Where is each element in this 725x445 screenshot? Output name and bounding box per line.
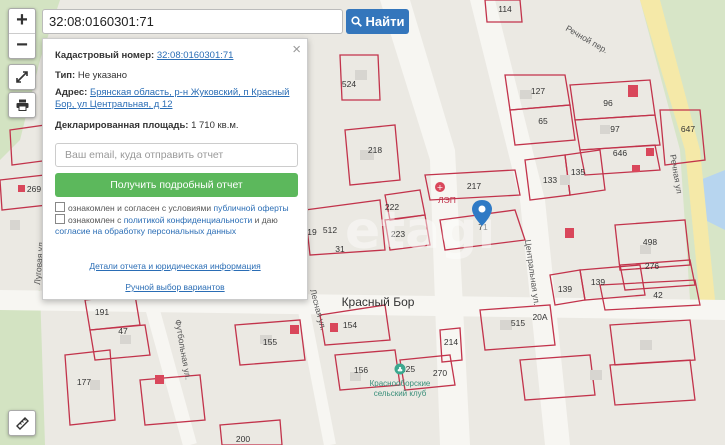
svg-text:96: 96 bbox=[603, 98, 613, 108]
svg-text:65: 65 bbox=[538, 116, 548, 126]
type-value: Не указано bbox=[77, 70, 128, 81]
svg-text:19: 19 bbox=[307, 227, 317, 237]
close-icon[interactable]: × bbox=[292, 42, 301, 57]
ruler-button[interactable] bbox=[8, 410, 36, 436]
printer-icon bbox=[16, 99, 28, 111]
area-label: Декларированная площадь: bbox=[55, 120, 189, 131]
svg-text:276: 276 bbox=[645, 261, 659, 271]
report-details-link[interactable]: Детали отчета и юридическая информация bbox=[89, 261, 260, 271]
get-report-button[interactable]: Получить подробный отчет bbox=[55, 173, 298, 197]
address-link[interactable]: Брянская область, р-н Жуковский, п Красн… bbox=[90, 87, 290, 98]
zoom-out-button[interactable]: − bbox=[9, 33, 35, 58]
svg-text:155: 155 bbox=[263, 337, 277, 347]
svg-text:269: 269 bbox=[27, 184, 41, 194]
ruler-icon bbox=[15, 416, 29, 430]
privacy-checkbox[interactable] bbox=[55, 214, 65, 224]
privacy-consent-text: ознакомлен с bbox=[68, 215, 124, 225]
svg-text:42: 42 bbox=[653, 290, 663, 300]
offer-consent-text: ознакомлен и согласен с условиями bbox=[68, 203, 214, 213]
svg-text:191: 191 bbox=[95, 307, 109, 317]
svg-text:133: 133 bbox=[543, 175, 557, 185]
expand-icon bbox=[16, 71, 28, 83]
svg-text:512: 512 bbox=[323, 225, 337, 235]
offer-consent[interactable]: ознакомлен и согласен с условиями публич… bbox=[55, 202, 299, 214]
svg-text:214: 214 bbox=[444, 337, 458, 347]
place-name-label: Красный Бор bbox=[342, 295, 415, 309]
svg-text:97: 97 bbox=[610, 124, 620, 134]
svg-text:270: 270 bbox=[433, 368, 447, 378]
cadastral-search-field[interactable] bbox=[42, 9, 343, 34]
offer-link[interactable]: публичной оферты bbox=[214, 203, 289, 213]
cadastral-number-link[interactable]: 32:08:0160301:71 bbox=[157, 50, 234, 61]
svg-text:♣: ♣ bbox=[397, 366, 403, 374]
search-icon bbox=[350, 16, 362, 27]
svg-text:47: 47 bbox=[118, 326, 128, 336]
zoom-control: + − bbox=[8, 8, 36, 59]
privacy-consent[interactable]: ознакомлен с политикой конфиденциальност… bbox=[55, 214, 299, 237]
zoom-in-button[interactable]: + bbox=[9, 9, 35, 33]
address-label: Адрес: bbox=[55, 87, 88, 98]
svg-text:20А: 20А bbox=[532, 312, 547, 322]
svg-text:156: 156 bbox=[354, 365, 368, 375]
parcel-info-panel: × Кадастровый номер: 32:08:0160301:71 Ти… bbox=[42, 38, 308, 300]
type-label: Тип: bbox=[55, 70, 76, 81]
area-row: Декларированная площадь: 1 710 кв.м. bbox=[55, 120, 293, 132]
offer-checkbox[interactable] bbox=[55, 202, 65, 212]
svg-text:217: 217 bbox=[467, 181, 481, 191]
svg-text:+: + bbox=[437, 183, 444, 192]
svg-text:647: 647 bbox=[681, 124, 695, 134]
svg-text:139: 139 bbox=[591, 277, 605, 287]
address-row: Адрес: Брянская область, р-н Жуковский, … bbox=[55, 87, 293, 111]
address-link-line2[interactable]: Бор, ул Центральная, д 12 bbox=[55, 99, 172, 110]
svg-text:218: 218 bbox=[368, 145, 382, 155]
club-label-1: Краснооборские bbox=[370, 379, 431, 388]
email-input[interactable] bbox=[56, 144, 297, 166]
find-button[interactable]: Найти bbox=[346, 9, 409, 34]
fullscreen-button[interactable] bbox=[8, 64, 36, 90]
find-button-label: Найти bbox=[365, 14, 405, 29]
cadastral-search-input[interactable] bbox=[43, 10, 342, 33]
svg-text:139: 139 bbox=[558, 284, 572, 294]
privacy-link[interactable]: политикой конфиденциальности bbox=[124, 215, 253, 225]
svg-text:646: 646 bbox=[613, 148, 627, 158]
privacy-consent-mid: и даю bbox=[252, 215, 278, 225]
svg-text:177: 177 bbox=[77, 377, 91, 387]
email-field[interactable] bbox=[55, 143, 298, 167]
svg-text:524: 524 bbox=[342, 79, 356, 89]
svg-text:114: 114 bbox=[498, 4, 512, 14]
svg-text:127: 127 bbox=[531, 86, 545, 96]
svg-text:31: 31 bbox=[335, 244, 345, 254]
data-processing-link[interactable]: согласие на обработку персональных данны… bbox=[55, 226, 236, 236]
svg-text:515: 515 bbox=[511, 318, 525, 328]
club-label-2: сельский клуб bbox=[374, 389, 427, 398]
type-row: Тип: Не указано bbox=[55, 70, 293, 82]
cadastral-label: Кадастровый номер: bbox=[55, 50, 155, 61]
svg-text:135: 135 bbox=[571, 167, 585, 177]
print-button[interactable] bbox=[8, 92, 36, 118]
manual-selection-link[interactable]: Ручной выбор вариантов bbox=[125, 282, 224, 292]
cadastral-number-row: Кадастровый номер: 32:08:0160301:71 bbox=[55, 50, 293, 62]
svg-text:200: 200 bbox=[236, 434, 250, 444]
svg-text:154: 154 bbox=[343, 320, 357, 330]
area-value: 1 710 кв.м. bbox=[191, 120, 239, 131]
svg-text:498: 498 bbox=[643, 237, 657, 247]
